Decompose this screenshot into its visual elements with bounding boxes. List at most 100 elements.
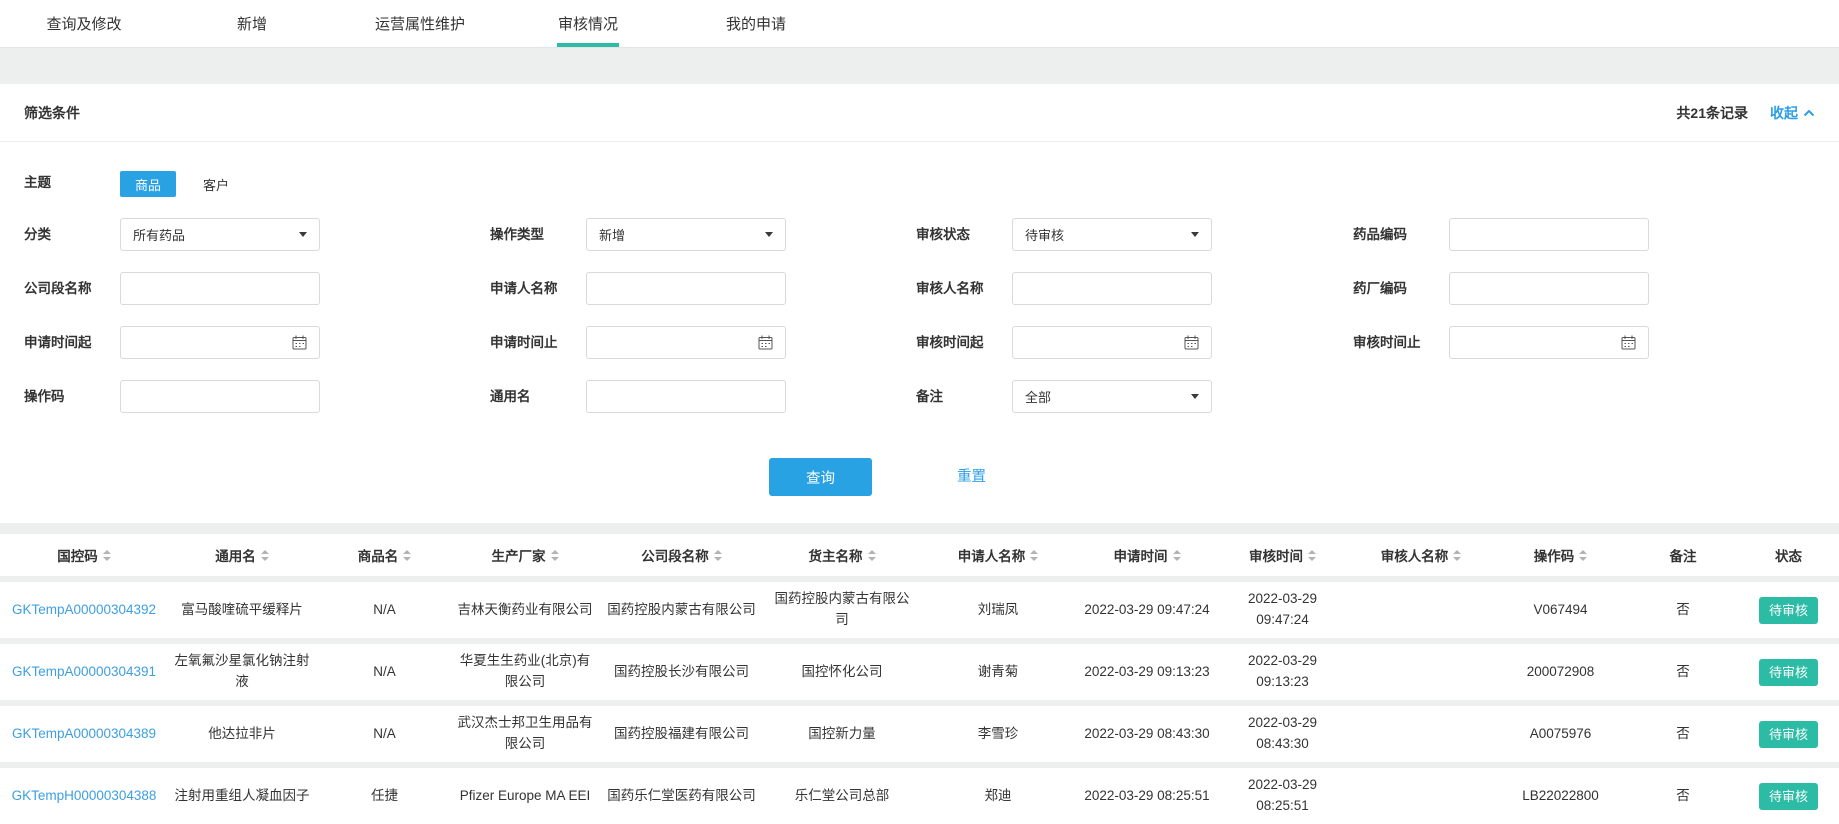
query-button[interactable]: 查询 <box>769 458 872 496</box>
column-header-3[interactable]: 商品名 <box>316 534 453 579</box>
caret-down-icon <box>1191 394 1199 399</box>
column-header-5[interactable]: 公司段名称 <box>597 534 766 579</box>
record-id-link[interactable]: GKTempA00000304392 <box>12 602 156 617</box>
column-header-11[interactable]: 操作码 <box>1493 534 1628 579</box>
nav-tab-1[interactable]: 查询及修改 <box>0 0 168 47</box>
topic-label: 主题 <box>24 170 120 196</box>
cell-r3-c12: 否 <box>1628 703 1738 765</box>
cell-r2-c10 <box>1349 641 1493 703</box>
app-root: 查询及修改新增运营属性维护审核情况我的申请 筛选条件 共21条记录 收起 主题 … <box>0 0 1839 824</box>
sort-icon <box>1453 550 1461 561</box>
table-row-1: GKTempA00000304392富马酸喹硫平缓释片N/A吉林天衡药业有限公司… <box>0 579 1839 641</box>
table-body: GKTempA00000304392富马酸喹硫平缓释片N/A吉林天衡药业有限公司… <box>0 579 1839 824</box>
cell-text: 国药控股内蒙古有限公司 <box>775 591 910 627</box>
cell-r4-c1: GKTempH00000304388 <box>0 765 168 824</box>
filter-date-input[interactable] <box>1013 327 1184 358</box>
column-header-inner: 操作码 <box>1534 545 1588 565</box>
calendar-icon[interactable] <box>758 335 773 350</box>
cell-r1-c3: N/A <box>316 579 453 641</box>
nav-tab-label: 审核情况 <box>558 13 618 34</box>
filter-text-input[interactable] <box>1449 272 1649 305</box>
filter-date-field[interactable] <box>1449 326 1649 359</box>
filter-date-field[interactable] <box>120 326 320 359</box>
filter-field-r1-c3: 审核状态待审核 <box>916 218 1212 251</box>
calendar-icon[interactable] <box>292 335 307 350</box>
filter-text-input[interactable] <box>120 272 320 305</box>
filter-date-input[interactable] <box>121 327 292 358</box>
column-header-9[interactable]: 审核时间 <box>1216 534 1349 579</box>
column-header-8[interactable]: 申请时间 <box>1078 534 1216 579</box>
sort-desc-icon <box>1173 557 1181 561</box>
sort-icon <box>1308 550 1316 561</box>
select-value: 新增 <box>599 225 625 244</box>
cell-text: 武汉杰士邦卫生用品有限公司 <box>458 715 593 751</box>
cell-text: A0075976 <box>1530 726 1592 741</box>
cell-text: 2022-03-29 09:47:24 <box>1084 602 1209 617</box>
filter-date-field[interactable] <box>586 326 786 359</box>
column-header-inner: 生产厂家 <box>492 545 559 565</box>
filter-date-field[interactable] <box>1012 326 1212 359</box>
column-header-7[interactable]: 申请人名称 <box>918 534 1078 579</box>
filter-select[interactable]: 新增 <box>586 218 786 251</box>
cell-r3-c3: N/A <box>316 703 453 765</box>
caret-down-icon <box>1191 232 1199 237</box>
filter-text-input[interactable] <box>120 380 320 413</box>
column-header-inner: 状态 <box>1775 545 1802 565</box>
nav-tab-label: 运营属性维护 <box>375 13 465 34</box>
cell-r3-c6: 国控新力量 <box>766 703 918 765</box>
nav-tab-4[interactable]: 审核情况 <box>504 0 672 47</box>
column-header-6[interactable]: 货主名称 <box>766 534 918 579</box>
topic-option-2[interactable]: 客户 <box>188 171 244 197</box>
column-header-10[interactable]: 审核人名称 <box>1349 534 1493 579</box>
cell-r1-c5: 国药控股内蒙古有限公司 <box>597 579 766 641</box>
cell-r2-c1: GKTempA00000304391 <box>0 641 168 703</box>
cell-text: 左氧氟沙星氯化钠注射液 <box>175 653 310 689</box>
cell-text: 国控新力量 <box>808 726 876 741</box>
cell-r1-c11: V067494 <box>1493 579 1628 641</box>
record-count: 共21条记录 <box>1676 103 1748 123</box>
filter-field-r1-c4: 药品编码 <box>1353 218 1649 251</box>
table-row-2: GKTempA00000304391左氧氟沙星氯化钠注射液N/A华夏生生药业(北… <box>0 641 1839 703</box>
calendar-icon[interactable] <box>1184 335 1199 350</box>
record-id-link[interactable]: GKTempA00000304389 <box>12 726 156 741</box>
filter-select[interactable]: 所有药品 <box>120 218 320 251</box>
reset-button[interactable]: 重置 <box>957 458 986 496</box>
sort-desc-icon <box>1308 557 1316 561</box>
filter-text-input[interactable] <box>1449 218 1649 251</box>
calendar-icon[interactable] <box>1621 335 1636 350</box>
filter-text-input[interactable] <box>1012 272 1212 305</box>
record-id-link[interactable]: GKTempA00000304391 <box>12 664 156 679</box>
cell-r4-c7: 郑迪 <box>918 765 1078 824</box>
column-header-2[interactable]: 通用名 <box>168 534 316 579</box>
column-header-label: 公司段名称 <box>641 545 709 565</box>
filter-select[interactable]: 全部 <box>1012 380 1212 413</box>
filter-text-input[interactable] <box>586 272 786 305</box>
sort-icon <box>868 550 876 561</box>
nav-tab-3[interactable]: 运营属性维护 <box>336 0 504 47</box>
filter-date-input[interactable] <box>587 327 758 358</box>
filter-rows: 分类所有药品操作类型新增审核状态待审核药品编码公司段名称申请人名称审核人名称药厂… <box>0 218 1839 434</box>
collapse-toggle[interactable]: 收起 <box>1770 103 1815 123</box>
cell-text: V067494 <box>1533 602 1587 617</box>
column-header-1[interactable]: 国控码 <box>0 534 168 579</box>
topic-option-1[interactable]: 商品 <box>120 171 176 197</box>
cell-text: N/A <box>373 664 396 679</box>
filter-field-r3-c3: 审核时间起 <box>916 326 1212 359</box>
filter-select[interactable]: 待审核 <box>1012 218 1212 251</box>
column-header-label: 国控码 <box>57 545 98 565</box>
cell-text: 国药乐仁堂医药有限公司 <box>607 788 756 803</box>
nav-tab-2[interactable]: 新增 <box>168 0 336 47</box>
filter-field-label: 药厂编码 <box>1353 272 1449 305</box>
cell-text: 否 <box>1676 664 1690 679</box>
status-badge: 待审核 <box>1759 597 1818 624</box>
filter-field-r4-c3: 备注全部 <box>916 380 1212 413</box>
filter-title: 筛选条件 <box>24 103 80 123</box>
cell-r4-c12: 否 <box>1628 765 1738 824</box>
filter-date-input[interactable] <box>1450 327 1621 358</box>
column-header-4[interactable]: 生产厂家 <box>453 534 597 579</box>
column-header-label: 状态 <box>1775 545 1802 565</box>
record-id-link[interactable]: GKTempH00000304388 <box>12 788 157 803</box>
nav-tab-label: 我的申请 <box>726 13 786 34</box>
nav-tab-5[interactable]: 我的申请 <box>672 0 840 47</box>
filter-text-input[interactable] <box>586 380 786 413</box>
